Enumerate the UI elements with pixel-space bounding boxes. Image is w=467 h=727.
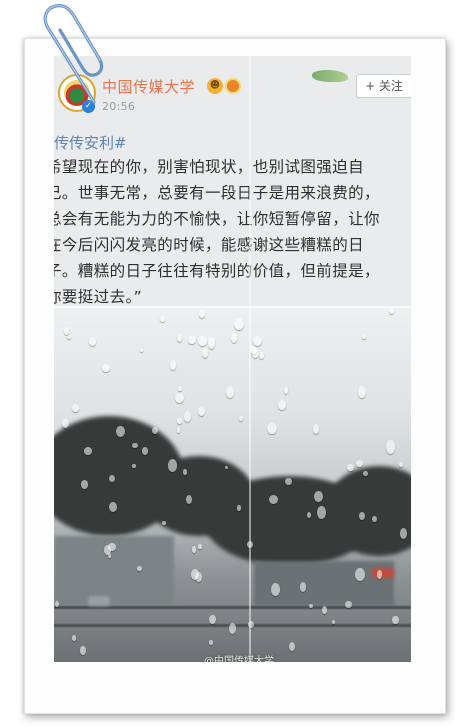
medal-badge-icon bbox=[225, 78, 241, 94]
raindrop bbox=[197, 405, 205, 416]
raindrop bbox=[67, 334, 72, 339]
follow-label: + 关注 bbox=[365, 79, 403, 93]
post-body-line: 在今后闪闪发亮的时候，能感谢这些糟糕的日 bbox=[54, 236, 365, 254]
raindrop bbox=[209, 640, 214, 645]
raindrop bbox=[63, 327, 69, 335]
railing bbox=[54, 606, 411, 609]
raindrop bbox=[347, 463, 354, 472]
raindrop bbox=[400, 528, 408, 539]
raindrop bbox=[188, 336, 196, 345]
post-body-line: 希望现在的你，别害怕现状，也别试图强迫自 bbox=[54, 158, 365, 176]
raindrop bbox=[277, 399, 286, 410]
decoration-graphic bbox=[312, 70, 348, 82]
raindrop bbox=[228, 623, 237, 634]
post-body-line: 子。糟糕的日子往往有特别的价值，但前提是， bbox=[54, 262, 380, 280]
raindrop bbox=[198, 336, 207, 346]
raindrop bbox=[183, 410, 192, 423]
raindrop bbox=[288, 642, 295, 652]
raindrop bbox=[358, 386, 366, 398]
raindrop bbox=[371, 515, 377, 523]
raindrop bbox=[72, 403, 79, 413]
raindrop bbox=[234, 318, 244, 331]
raindrop bbox=[169, 359, 177, 370]
raindrop bbox=[258, 352, 264, 360]
raindrop bbox=[80, 646, 87, 655]
raindrop bbox=[362, 335, 366, 339]
raindrop bbox=[284, 387, 289, 394]
raindrop bbox=[190, 568, 199, 580]
raindrop bbox=[62, 419, 70, 428]
hashtag-link[interactable]: 传传安利# bbox=[54, 132, 127, 153]
raindrop bbox=[176, 333, 182, 343]
raindrop bbox=[356, 460, 363, 467]
raindrop bbox=[177, 418, 183, 424]
raindrop bbox=[268, 495, 278, 505]
raindrop bbox=[392, 616, 399, 624]
raindrop bbox=[109, 502, 117, 513]
post-body: 希望现在的你，别害怕现状，也别试图强迫自 己。世事无常，总要有一段日子是用来浪费… bbox=[54, 154, 411, 310]
raindrop bbox=[398, 461, 404, 467]
watermark: @中国传媒大学 bbox=[204, 656, 274, 662]
raindrop bbox=[209, 614, 216, 625]
raindrop bbox=[136, 566, 142, 572]
follow-button[interactable]: + 关注 bbox=[356, 74, 411, 98]
raindrop bbox=[88, 336, 97, 346]
raindrop bbox=[191, 546, 197, 553]
post-header: ✓ 中国传媒大学 ☻ 20:56 + 关注 bbox=[54, 56, 411, 128]
post-body-line: 己。世事无常，总要有一段日子是用来浪费的， bbox=[54, 184, 380, 202]
raindrop bbox=[101, 363, 111, 373]
raindrop bbox=[316, 505, 326, 520]
raindrop bbox=[162, 521, 166, 525]
raindrop bbox=[174, 392, 184, 404]
raindrop bbox=[252, 335, 263, 346]
raindrop bbox=[236, 505, 242, 511]
weibo-post-photo: ✓ 中国传媒大学 ☻ 20:56 + 关注 传传安利# 希望现在的你，别害怕现状… bbox=[54, 56, 411, 662]
raindrop bbox=[344, 601, 352, 609]
vip-badge-icon: ☻ bbox=[207, 78, 223, 94]
car-blur bbox=[88, 596, 110, 606]
paperclip-icon bbox=[43, 4, 104, 104]
raindrop bbox=[314, 490, 323, 503]
raindrop bbox=[388, 308, 394, 315]
post-timestamp: 20:56 bbox=[102, 100, 136, 113]
raindrop bbox=[385, 439, 395, 455]
raindrop bbox=[208, 337, 216, 349]
rainy-window-photo bbox=[54, 306, 411, 662]
paper-crease bbox=[249, 56, 251, 662]
raindrop bbox=[355, 567, 365, 581]
raindrop bbox=[267, 422, 277, 435]
raindrop bbox=[199, 308, 206, 319]
raindrop bbox=[139, 348, 143, 353]
raindrop bbox=[201, 348, 209, 359]
raindrop bbox=[226, 386, 235, 398]
raindrop bbox=[84, 447, 92, 456]
raindrop bbox=[198, 544, 202, 549]
raindrop bbox=[231, 333, 238, 343]
raindrop bbox=[312, 424, 319, 434]
raindrop bbox=[160, 316, 165, 323]
raindrop bbox=[177, 427, 181, 433]
raindrop bbox=[322, 606, 328, 615]
raindrop bbox=[71, 634, 76, 642]
raindrop bbox=[308, 603, 313, 608]
post-body-line: 总会有无能为力的不愉快，让你短暂停留，让你 bbox=[54, 210, 380, 228]
raindrop bbox=[238, 416, 244, 421]
account-name[interactable]: 中国传媒大学 bbox=[102, 76, 195, 97]
car-blur bbox=[372, 568, 394, 578]
raindrop bbox=[178, 386, 182, 391]
raindrop bbox=[183, 469, 187, 475]
paper-crease bbox=[54, 306, 411, 308]
raindrop bbox=[141, 446, 149, 456]
raindrop bbox=[270, 582, 281, 596]
